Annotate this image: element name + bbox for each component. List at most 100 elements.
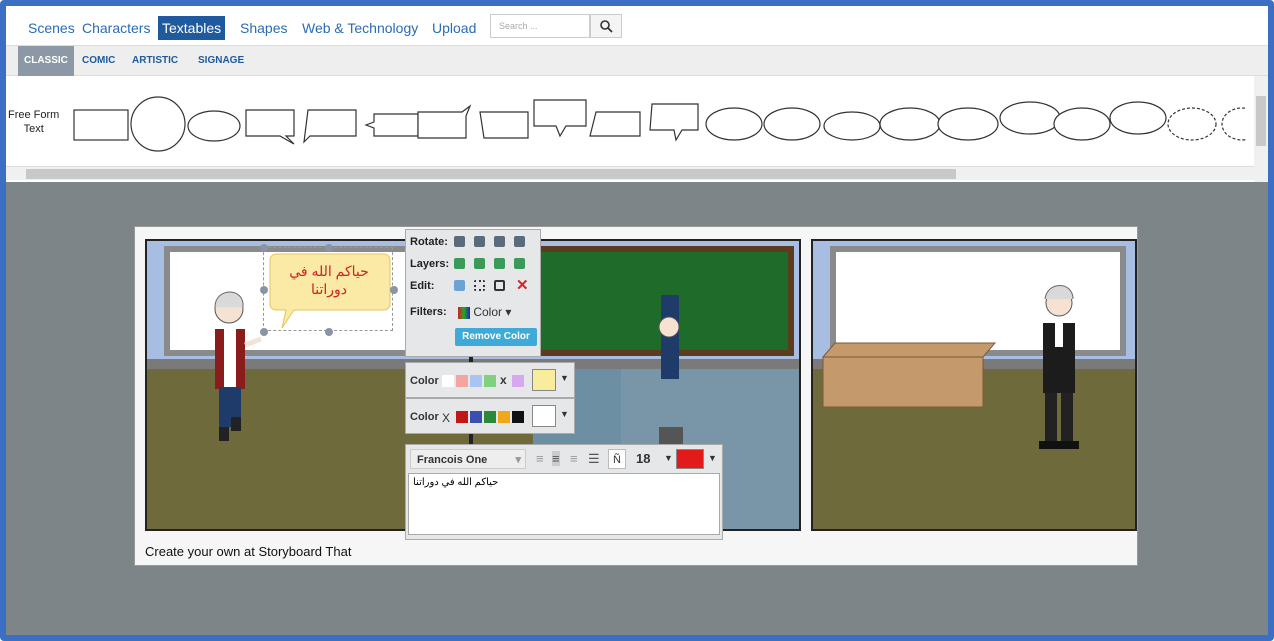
swatch-pink[interactable]: [456, 375, 468, 387]
chevron-down-icon[interactable]: ▼: [708, 453, 717, 463]
clear-color-button[interactable]: x: [500, 373, 507, 387]
font-select[interactable]: Francois One ▾: [410, 449, 526, 469]
app-frame: Scenes Characters Textables Shapes Web &…: [0, 0, 1274, 641]
shape-rect-skew: [589, 111, 641, 137]
resize-handle[interactable]: [325, 328, 333, 336]
swatch-white[interactable]: [442, 375, 454, 387]
chevron-down-icon[interactable]: ▼: [664, 453, 673, 463]
flip-vertical-icon[interactable]: [474, 236, 485, 247]
delete-icon[interactable]: ✕: [516, 276, 529, 294]
resize-handle[interactable]: [260, 328, 268, 336]
scroll-thumb-vertical[interactable]: [1256, 96, 1266, 146]
subtab-comic[interactable]: COMIC: [76, 46, 121, 76]
shape-slanted-rect: [479, 111, 529, 139]
rotate-right-icon[interactable]: [514, 236, 525, 247]
search-button[interactable]: [590, 14, 622, 38]
clear-outline-button[interactable]: X: [442, 411, 450, 425]
shape-oval-8: [1109, 101, 1167, 135]
rotate-label: Rotate:: [410, 236, 448, 248]
outline-color-row: Color X ▼: [405, 398, 575, 434]
subtab-artistic[interactable]: ARTISTIC: [126, 46, 184, 76]
bullet-list-icon[interactable]: ☰: [588, 451, 600, 467]
swatch-red[interactable]: [456, 411, 468, 423]
shape-rect-tail-left: [303, 109, 357, 144]
swatch-blue[interactable]: [470, 411, 482, 423]
search-icon: [600, 20, 613, 33]
swatch-green[interactable]: [484, 411, 496, 423]
send-to-back-icon[interactable]: [514, 258, 525, 269]
fill-color-label: Color: [410, 375, 439, 387]
shelf-horizontal-scrollbar[interactable]: [6, 166, 1256, 180]
layers-label: Layers:: [410, 258, 450, 270]
align-right-icon[interactable]: ≡: [570, 451, 578, 466]
workspace: حياكم الله في دوراتنا Create your own at…: [6, 182, 1268, 635]
resize-handle[interactable]: [325, 244, 333, 252]
bubble-line-2: دوراتنا: [310, 281, 348, 297]
shape-oval-5: [937, 107, 999, 141]
shelf-vertical-scrollbar[interactable]: [1254, 76, 1268, 182]
subtab-signage[interactable]: SIGNAGE: [192, 46, 250, 76]
crop-icon[interactable]: [494, 280, 505, 291]
font-size-select[interactable]: 18: [636, 451, 650, 466]
bubble-text-value: حياكم الله في دوراتنا: [413, 477, 499, 488]
shape-oval-7: [1053, 107, 1111, 141]
fill-color-row: Color x ▼: [405, 362, 575, 398]
bubble-line-1: حياكم الله في: [289, 263, 369, 279]
resize-handle[interactable]: [260, 244, 268, 252]
resize-icon[interactable]: [474, 280, 485, 291]
shape-cloud-1: [1167, 107, 1217, 141]
tab-scenes[interactable]: Scenes: [24, 16, 79, 40]
chevron-down-icon[interactable]: ▼: [560, 409, 569, 419]
flip-horizontal-icon[interactable]: [454, 236, 465, 247]
textable-shapes[interactable]: [6, 84, 1246, 174]
swatch-light-green[interactable]: [484, 375, 496, 387]
color-filter-dropdown[interactable]: Color ▾: [458, 302, 534, 322]
swatch-lavender[interactable]: [512, 375, 524, 387]
resize-handle[interactable]: [260, 286, 268, 294]
selected-outline-color[interactable]: [532, 405, 556, 427]
swatch-light-blue[interactable]: [470, 375, 482, 387]
rotate-left-icon[interactable]: [494, 236, 505, 247]
color-filter-icon: [458, 306, 470, 319]
shape-rect-tail-top: [417, 104, 472, 139]
tab-upload[interactable]: Upload: [428, 16, 480, 40]
tab-web-technology[interactable]: Web & Technology: [298, 16, 422, 40]
storyboard-credit: Create your own at Storyboard That: [145, 544, 352, 559]
tab-shapes[interactable]: Shapes: [236, 16, 291, 40]
scroll-thumb[interactable]: [26, 169, 956, 179]
edit-label: Edit:: [410, 280, 435, 292]
bring-forward-icon[interactable]: [474, 258, 485, 269]
text-editor-panel: Francois One ▾ ≡ ≡ ≡ ☰ Ñ 18 ▼ ▼ حياكم ال…: [405, 444, 723, 540]
storyboard-cell-3[interactable]: [811, 239, 1137, 531]
remove-color-button[interactable]: Remove Color: [455, 328, 537, 346]
shape-oval-2: [763, 107, 821, 141]
speech-bubble-selected[interactable]: حياكم الله في دوراتنا: [260, 244, 398, 336]
bring-to-front-icon[interactable]: [454, 258, 465, 269]
edit-tools-panel: Rotate: Layers: Edit: ✕ Filters: Color ▾…: [405, 229, 541, 357]
search-input[interactable]: Search ...: [490, 14, 590, 38]
send-backward-icon[interactable]: [494, 258, 505, 269]
filters-label: Filters:: [410, 306, 447, 318]
copy-icon[interactable]: [454, 280, 465, 291]
text-color-swatch[interactable]: [676, 449, 704, 469]
align-left-icon[interactable]: ≡: [536, 451, 544, 466]
swatch-orange[interactable]: [498, 411, 510, 423]
selected-fill-color[interactable]: [532, 369, 556, 391]
chevron-down-icon: ▾: [515, 454, 521, 466]
shape-circle: [130, 96, 186, 152]
shape-box: [73, 109, 129, 141]
shape-ellipse: [187, 110, 241, 142]
bubble-text: حياكم الله في دوراتنا: [274, 262, 384, 298]
align-center-icon[interactable]: ≡: [552, 451, 560, 466]
chevron-down-icon[interactable]: ▼: [560, 373, 569, 383]
shape-speech-rect: [245, 109, 295, 145]
shape-oval-3: [823, 111, 881, 141]
subtab-classic[interactable]: CLASSIC: [18, 46, 74, 76]
bubble-text-input[interactable]: حياكم الله في دوراتنا: [408, 473, 720, 535]
resize-handle[interactable]: [390, 286, 398, 294]
shape-oval-6: [999, 101, 1061, 135]
special-char-button[interactable]: Ñ: [608, 449, 626, 469]
swatch-black[interactable]: [512, 411, 524, 423]
tab-textables[interactable]: Textables: [158, 16, 226, 40]
tab-characters[interactable]: Characters: [78, 16, 154, 40]
